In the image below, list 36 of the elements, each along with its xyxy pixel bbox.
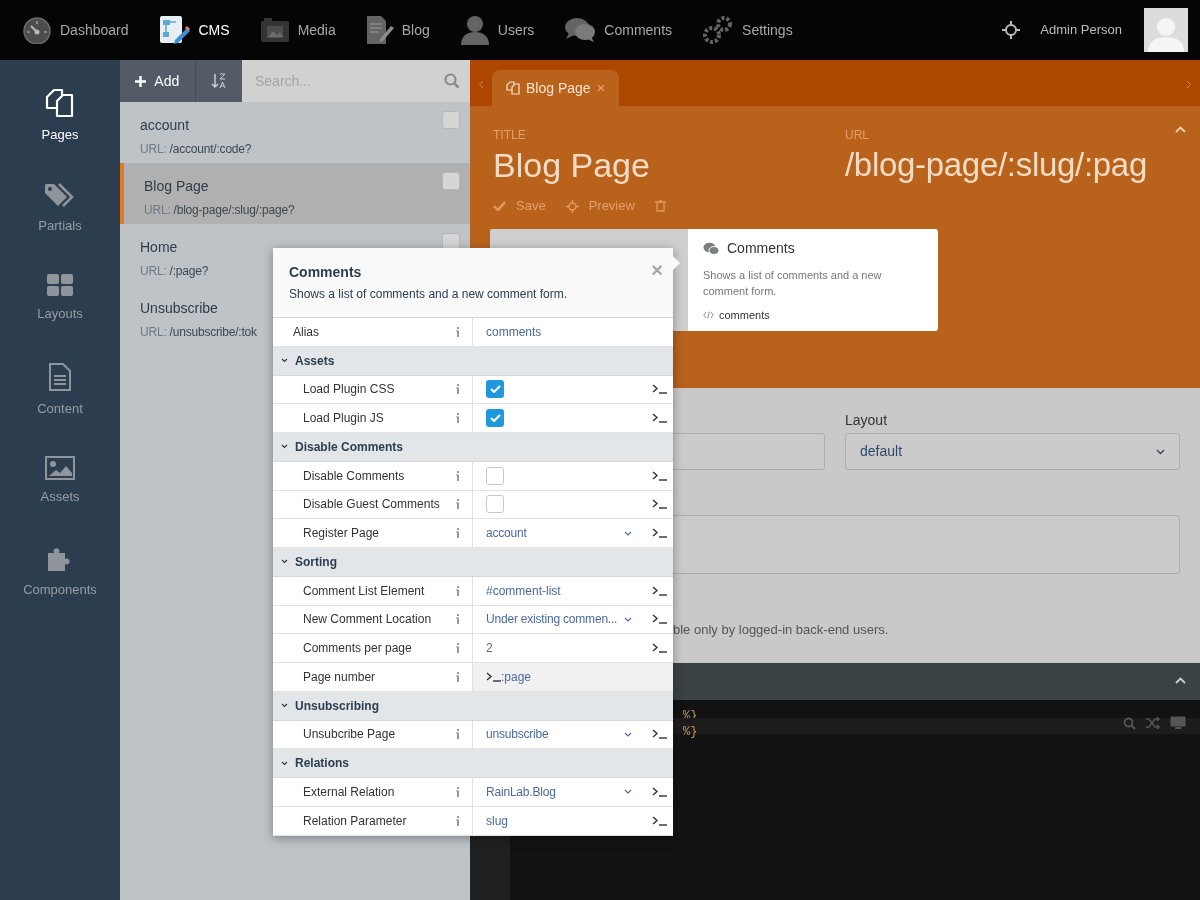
property-label: Unsubcribe Page [303, 726, 397, 744]
url-label: URL: [140, 141, 167, 158]
title-label: TITLE [493, 127, 527, 144]
inspector-description: Shows a list of comments and a new comment form. [289, 286, 569, 303]
page-url: /blog-page/:slug/:page? [173, 202, 295, 219]
property-label: Alias [293, 323, 320, 341]
code-line: %} [683, 725, 698, 739]
page-title: account [140, 116, 191, 135]
property-label: Load Plugin JS [303, 410, 385, 428]
page-url: /:page? [169, 263, 209, 280]
property-label: New Comment Location [303, 611, 433, 629]
layout-label: Layout [845, 411, 888, 430]
url-label: URL: [140, 324, 167, 341]
property-label: Disable Guest Comments [303, 496, 441, 514]
page-title: Unsubscribe [140, 299, 219, 318]
url-label: URL: [140, 263, 167, 280]
component-alias: comments [719, 308, 770, 323]
component-description: Shows a list of comments and a new comment form. [703, 268, 883, 299]
property-label: Register Page [303, 525, 381, 543]
component-title: Comments [727, 239, 795, 258]
page-url: /unsubscribe/:tok [169, 324, 257, 341]
page-title: Blog Page [144, 177, 210, 196]
url-label: URL [845, 127, 870, 144]
property-label: External Relation [303, 783, 396, 801]
page-url: /account/:code? [169, 141, 252, 158]
property-label: Comments per page [303, 640, 413, 658]
property-label: Page number [303, 668, 377, 686]
property-label: Disable Comments [303, 467, 406, 485]
url-label: URL: [144, 202, 171, 219]
inspector-title: Comments [289, 263, 363, 281]
property-label: Comment List Element [303, 582, 426, 600]
property-label: Relation Parameter [303, 812, 408, 830]
tab-label: Blog Page [526, 78, 591, 98]
property-label: Load Plugin CSS [303, 381, 396, 399]
help-text: ble only by logged-in back-end users. [673, 621, 889, 639]
page-title: Home [140, 238, 179, 257]
